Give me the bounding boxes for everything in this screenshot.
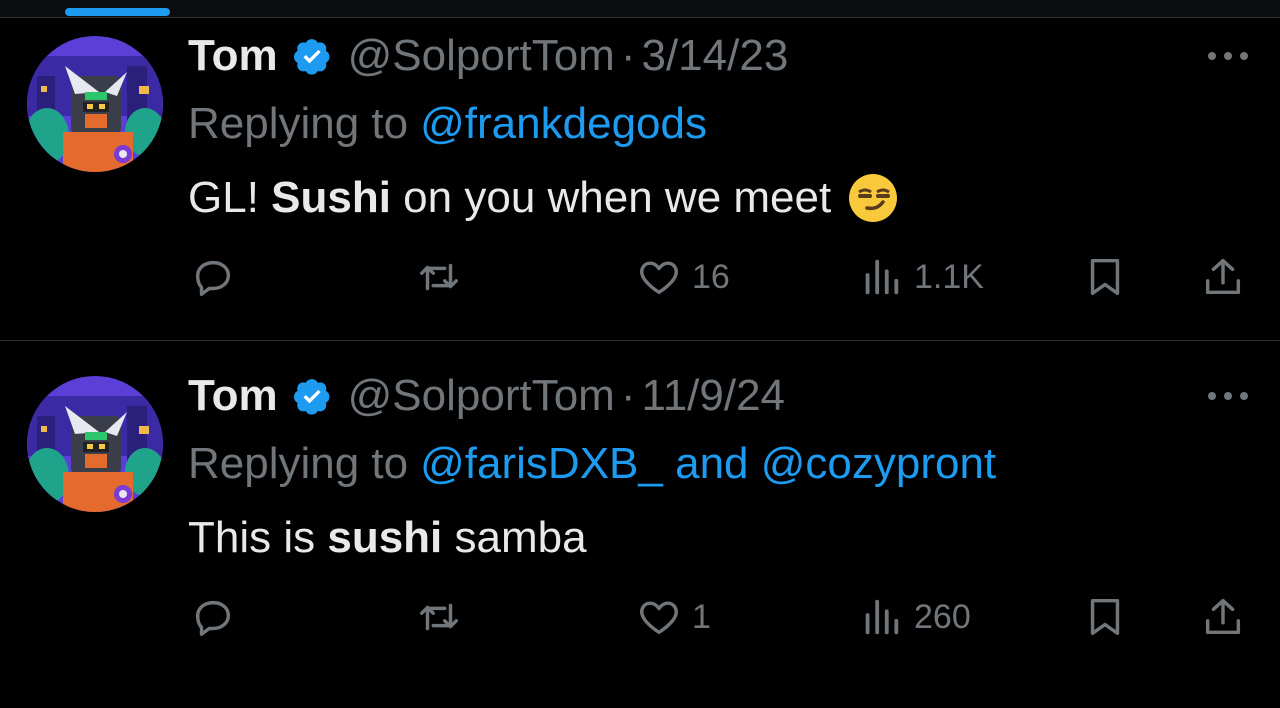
tweet-divider <box>0 340 1280 341</box>
tweet[interactable]: Tom @SolportTom · 11/9/24 Replying to @f… <box>0 358 1280 688</box>
bookmark-icon <box>1090 258 1120 296</box>
reply-button[interactable] <box>190 252 236 302</box>
avatar[interactable] <box>27 376 163 512</box>
retweet-button[interactable] <box>414 252 464 302</box>
tweet-header: Tom @SolportTom · 3/14/23 <box>188 26 788 86</box>
tweet-text-after: on you when we meet <box>390 173 832 222</box>
heart-icon <box>640 261 678 295</box>
top-bar <box>0 0 1280 18</box>
replying-to-link[interactable]: @frankdegods <box>420 99 707 149</box>
replying-prefix: Replying to <box>188 99 409 148</box>
retweet-icon <box>420 603 458 631</box>
bookmark-button[interactable] <box>1082 592 1128 642</box>
avatar-image <box>27 376 163 512</box>
views-button[interactable]: 260 <box>858 592 971 642</box>
bookmark-icon <box>1090 598 1120 636</box>
like-count: 16 <box>692 257 730 296</box>
tweet-text-bold: sushi <box>327 513 443 562</box>
author-name[interactable]: Tom <box>188 31 278 81</box>
share-icon <box>1205 598 1241 635</box>
separator-dot: · <box>620 31 636 80</box>
tweet-header: Tom @SolportTom · 11/9/24 <box>188 366 785 426</box>
like-button[interactable]: 16 <box>636 252 730 302</box>
bookmark-button[interactable] <box>1082 252 1128 302</box>
tweet[interactable]: Tom @SolportTom · 3/14/23 Replying to @f… <box>0 18 1280 348</box>
views-icon <box>865 259 899 295</box>
tweet-actions: 1 260 <box>0 592 1280 642</box>
share-icon <box>1205 258 1241 295</box>
tweet-text: This is sushi samba <box>188 508 587 568</box>
like-count: 1 <box>692 597 711 636</box>
active-tab-indicator <box>65 8 170 16</box>
author-name[interactable]: Tom <box>188 371 278 421</box>
retweet-icon <box>420 263 458 291</box>
tweet-actions: 16 1.1K <box>0 252 1280 302</box>
tweet-date[interactable]: 11/9/24 <box>641 371 785 421</box>
avatar[interactable] <box>27 36 163 172</box>
retweet-button[interactable] <box>414 592 464 642</box>
tweet-text-before: This is <box>188 513 328 562</box>
views-button[interactable]: 1.1K <box>858 252 984 302</box>
replying-to-link[interactable]: @farisDXB_ and @cozypront <box>420 439 996 489</box>
tweet-text: GL! Sushi on you when we meet <box>188 168 899 228</box>
author-handle[interactable]: @SolportTom <box>348 31 615 81</box>
replying-to: Replying to @frankdegods <box>188 96 707 152</box>
verified-badge-icon <box>293 39 330 75</box>
tweet-text-bold: Sushi <box>271 173 391 222</box>
share-button[interactable] <box>1200 592 1246 642</box>
separator-dot: · <box>620 371 636 420</box>
more-icon[interactable] <box>1208 46 1248 66</box>
reply-icon <box>195 260 231 296</box>
views-count: 1.1K <box>914 257 984 296</box>
replying-prefix: Replying to <box>188 439 409 488</box>
views-count: 260 <box>914 597 971 636</box>
views-icon <box>865 599 899 635</box>
avatar-image <box>27 36 163 172</box>
reply-button[interactable] <box>190 592 236 642</box>
heart-icon <box>640 601 678 635</box>
share-button[interactable] <box>1200 252 1246 302</box>
verified-badge-icon <box>293 379 330 415</box>
replying-to: Replying to @farisDXB_ and @cozypront <box>188 436 996 492</box>
more-icon[interactable] <box>1208 386 1248 406</box>
reply-icon <box>195 600 231 636</box>
like-button[interactable]: 1 <box>636 592 711 642</box>
tweet-text-before: GL! <box>188 173 272 222</box>
smirking-face-emoji-icon <box>849 174 898 222</box>
tweet-date[interactable]: 3/14/23 <box>641 31 788 81</box>
author-handle[interactable]: @SolportTom <box>348 371 615 421</box>
tweet-text-after: samba <box>442 513 587 562</box>
